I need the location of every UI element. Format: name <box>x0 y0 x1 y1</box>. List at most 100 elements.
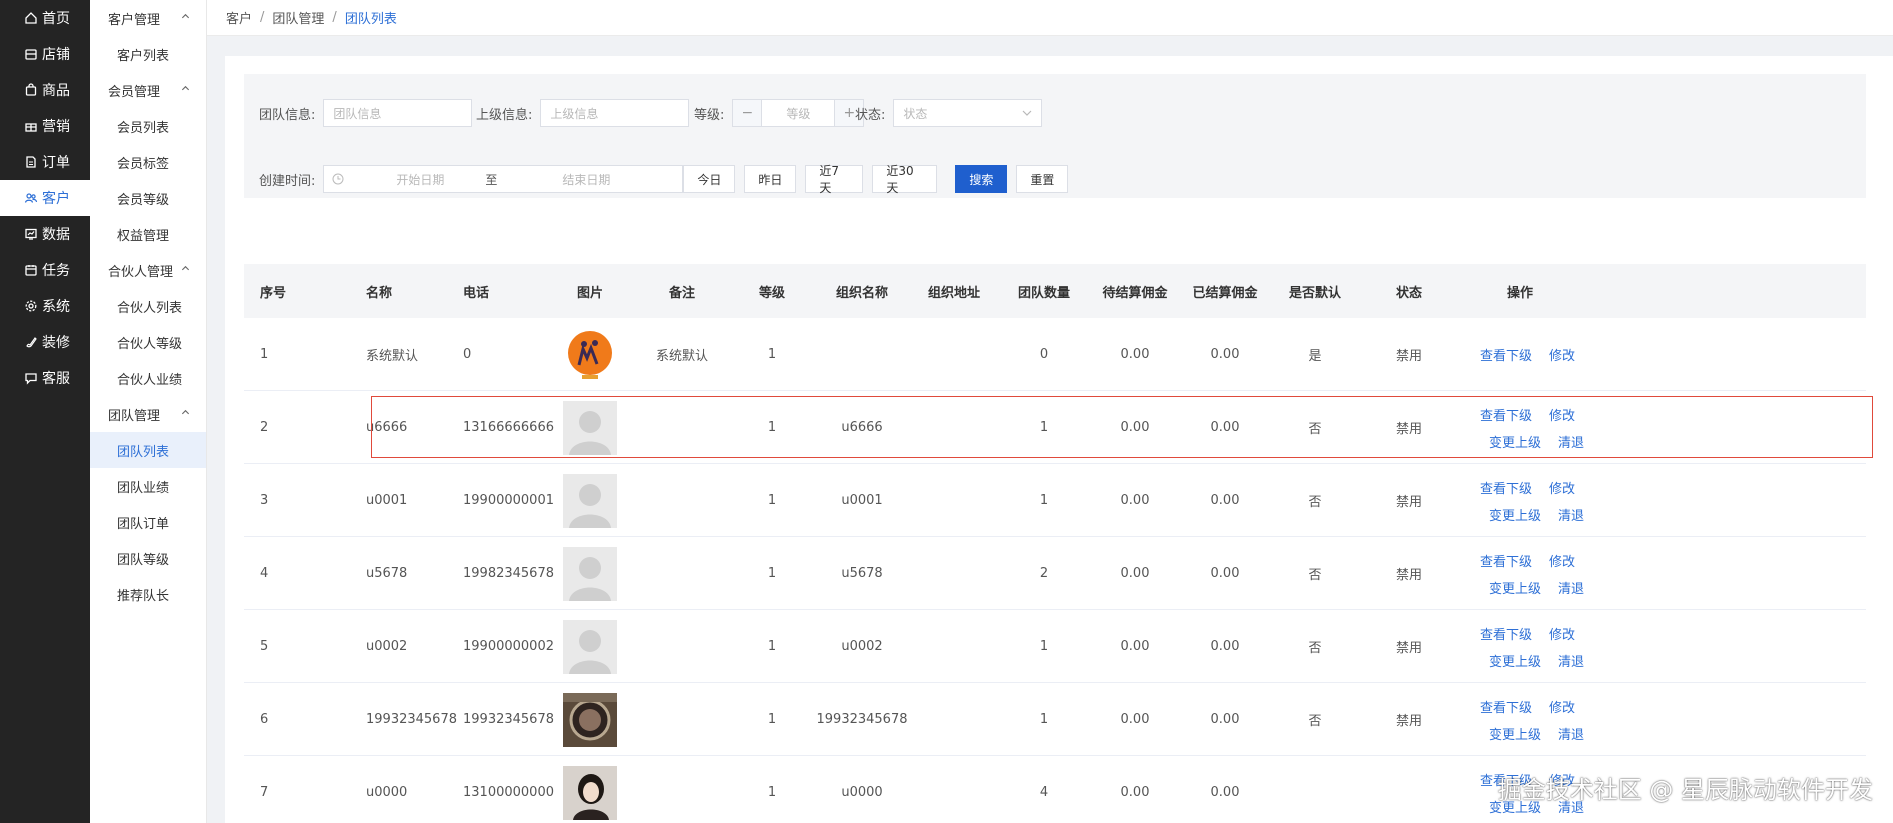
column-header: 已结算佣金 <box>1192 285 1258 301</box>
cell-count: 1 <box>1039 493 1049 508</box>
column-header: 备注 <box>668 285 695 301</box>
view-subordinates-link[interactable]: 查看下级 <box>1480 624 1532 643</box>
parent-info-input[interactable]: 上级信息 <box>540 99 690 127</box>
start-date-input[interactable]: 开始日期 <box>364 171 476 188</box>
edit-link[interactable]: 修改 <box>1549 345 1575 364</box>
clear-link[interactable]: 清退 <box>1558 651 1584 670</box>
nav-subitem[interactable]: 团队列表 <box>90 432 206 468</box>
nav-item-5[interactable]: 客户 <box>0 180 90 216</box>
breadcrumb-item-customer[interactable]: 客户 <box>226 8 252 27</box>
decrement-button[interactable]: − <box>733 100 762 126</box>
reset-button[interactable]: 重置 <box>1016 165 1069 193</box>
avatar <box>554 318 626 391</box>
level-input[interactable]: 等级 <box>761 100 836 126</box>
view-subordinates-link[interactable]: 查看下级 <box>1480 405 1532 424</box>
avatar <box>554 610 626 683</box>
nav-item-1[interactable]: 店铺 <box>0 36 90 72</box>
cell-note <box>642 391 722 464</box>
avatar <box>554 537 626 610</box>
nav-subitem[interactable]: 合伙人列表 <box>90 288 206 324</box>
clear-link[interactable]: 清退 <box>1558 505 1584 524</box>
nav-group-1[interactable]: 会员管理 <box>90 72 206 108</box>
cell-pending: 0.00 <box>1120 785 1150 800</box>
nav-subitem[interactable]: 客户列表 <box>90 36 206 72</box>
nav-item-4[interactable]: 订单 <box>0 144 90 180</box>
chart-icon <box>24 227 38 241</box>
nav-subitem[interactable]: 团队等级 <box>90 540 206 576</box>
cell-default: 是 <box>1308 349 1322 364</box>
breadcrumb-item-team-management[interactable]: 团队管理 <box>272 8 324 27</box>
view-subordinates-link[interactable]: 查看下级 <box>1480 345 1532 364</box>
nav-item-label: 客服 <box>42 371 70 387</box>
nav-group-3[interactable]: 团队管理 <box>90 396 206 432</box>
status-select[interactable]: 状态 <box>893 99 1043 127</box>
nav-subitem[interactable]: 合伙人业绩 <box>90 360 206 396</box>
nav-item-10[interactable]: 客服 <box>0 360 90 396</box>
nav-item-9[interactable]: 装修 <box>0 324 90 360</box>
team-table: 序号 名称 电话 图片 备注 等级 组织名称 组织地址 团队数量 待结算佣金 已结算佣金 是否默认 状态… <box>244 264 1866 823</box>
cell-settled: 0.00 <box>1210 639 1240 654</box>
nav-item-label: 店铺 <box>42 47 70 63</box>
cell-settled: 0.00 <box>1210 420 1240 435</box>
nav-subitem[interactable]: 会员等级 <box>90 180 206 216</box>
nav-subitem[interactable]: 会员标签 <box>90 144 206 180</box>
nav-subitem[interactable]: 会员列表 <box>90 108 206 144</box>
edit-link[interactable]: 修改 <box>1549 478 1575 497</box>
edit-link[interactable]: 修改 <box>1549 624 1575 643</box>
cell-no: 2 <box>260 420 269 435</box>
cell-settled: 0.00 <box>1210 712 1240 727</box>
last-30-days-button[interactable]: 近30天 <box>872 164 938 195</box>
column-header: 团队数量 <box>1017 285 1070 301</box>
yesterday-button[interactable]: 昨日 <box>744 165 797 193</box>
view-subordinates-link[interactable]: 查看下级 <box>1480 551 1532 570</box>
nav-item-2[interactable]: 商品 <box>0 72 90 108</box>
nav-group-2[interactable]: 合伙人管理 <box>90 252 206 288</box>
cell-name: u5678 <box>366 566 408 581</box>
chevron-up-icon <box>181 264 190 276</box>
level-label: 等级: <box>694 107 725 123</box>
nav-subitem[interactable]: 权益管理 <box>90 216 206 252</box>
nav-item-7[interactable]: 任务 <box>0 252 90 288</box>
date-range-picker[interactable]: 开始日期 至 结束日期 <box>323 165 684 193</box>
nav-item-6[interactable]: 数据 <box>0 216 90 252</box>
change-parent-link[interactable]: 变更上级 <box>1489 651 1541 670</box>
clear-link[interactable]: 清退 <box>1558 578 1584 597</box>
clear-link[interactable]: 清退 <box>1558 724 1584 743</box>
search-button[interactable]: 搜索 <box>955 165 1008 193</box>
cell-count: 1 <box>1039 420 1049 435</box>
change-parent-link[interactable]: 变更上级 <box>1489 578 1541 597</box>
nav-subitem[interactable]: 合伙人等级 <box>90 324 206 360</box>
cell-pending: 0.00 <box>1120 347 1150 362</box>
nav-item-8[interactable]: 系统 <box>0 288 90 324</box>
last-7-days-button[interactable]: 近7天 <box>805 164 864 195</box>
clear-link[interactable]: 清退 <box>1558 432 1584 451</box>
today-button[interactable]: 今日 <box>683 165 736 193</box>
cell-name: u0002 <box>366 639 408 654</box>
view-subordinates-link[interactable]: 查看下级 <box>1480 697 1532 716</box>
nav-subitem[interactable]: 团队业绩 <box>90 468 206 504</box>
nav-subitem[interactable]: 团队订单 <box>90 504 206 540</box>
edit-link[interactable]: 修改 <box>1549 697 1575 716</box>
change-parent-link[interactable]: 变更上级 <box>1489 724 1541 743</box>
nav-item-label: 任务 <box>42 263 70 279</box>
change-parent-link[interactable]: 变更上级 <box>1489 432 1541 451</box>
end-date-input[interactable]: 结束日期 <box>506 171 666 188</box>
nav-item-0[interactable]: 首页 <box>0 0 90 36</box>
cell-pending: 0.00 <box>1120 420 1150 435</box>
cell-level: 1 <box>767 493 777 508</box>
cell-level: 1 <box>767 639 777 654</box>
team-info-input[interactable]: 团队信息 <box>323 99 473 127</box>
edit-link[interactable]: 修改 <box>1549 551 1575 570</box>
nav-group-0[interactable]: 客户管理 <box>90 0 206 36</box>
table-header: 序号 名称 电话 图片 备注 等级 组织名称 组织地址 团队数量 待结算佣金 已结算佣金 是否默认 状态… <box>244 264 1866 318</box>
nav-subitem[interactable]: 推荐队长 <box>90 576 206 612</box>
change-parent-link[interactable]: 变更上级 <box>1489 505 1541 524</box>
cell-level: 1 <box>767 347 777 362</box>
edit-link[interactable]: 修改 <box>1549 405 1575 424</box>
cell-no: 4 <box>260 566 269 581</box>
cell-no: 1 <box>260 347 269 362</box>
view-subordinates-link[interactable]: 查看下级 <box>1480 478 1532 497</box>
cell-note <box>642 610 722 683</box>
nav-item-label: 装修 <box>42 335 70 351</box>
nav-item-3[interactable]: 营销 <box>0 108 90 144</box>
